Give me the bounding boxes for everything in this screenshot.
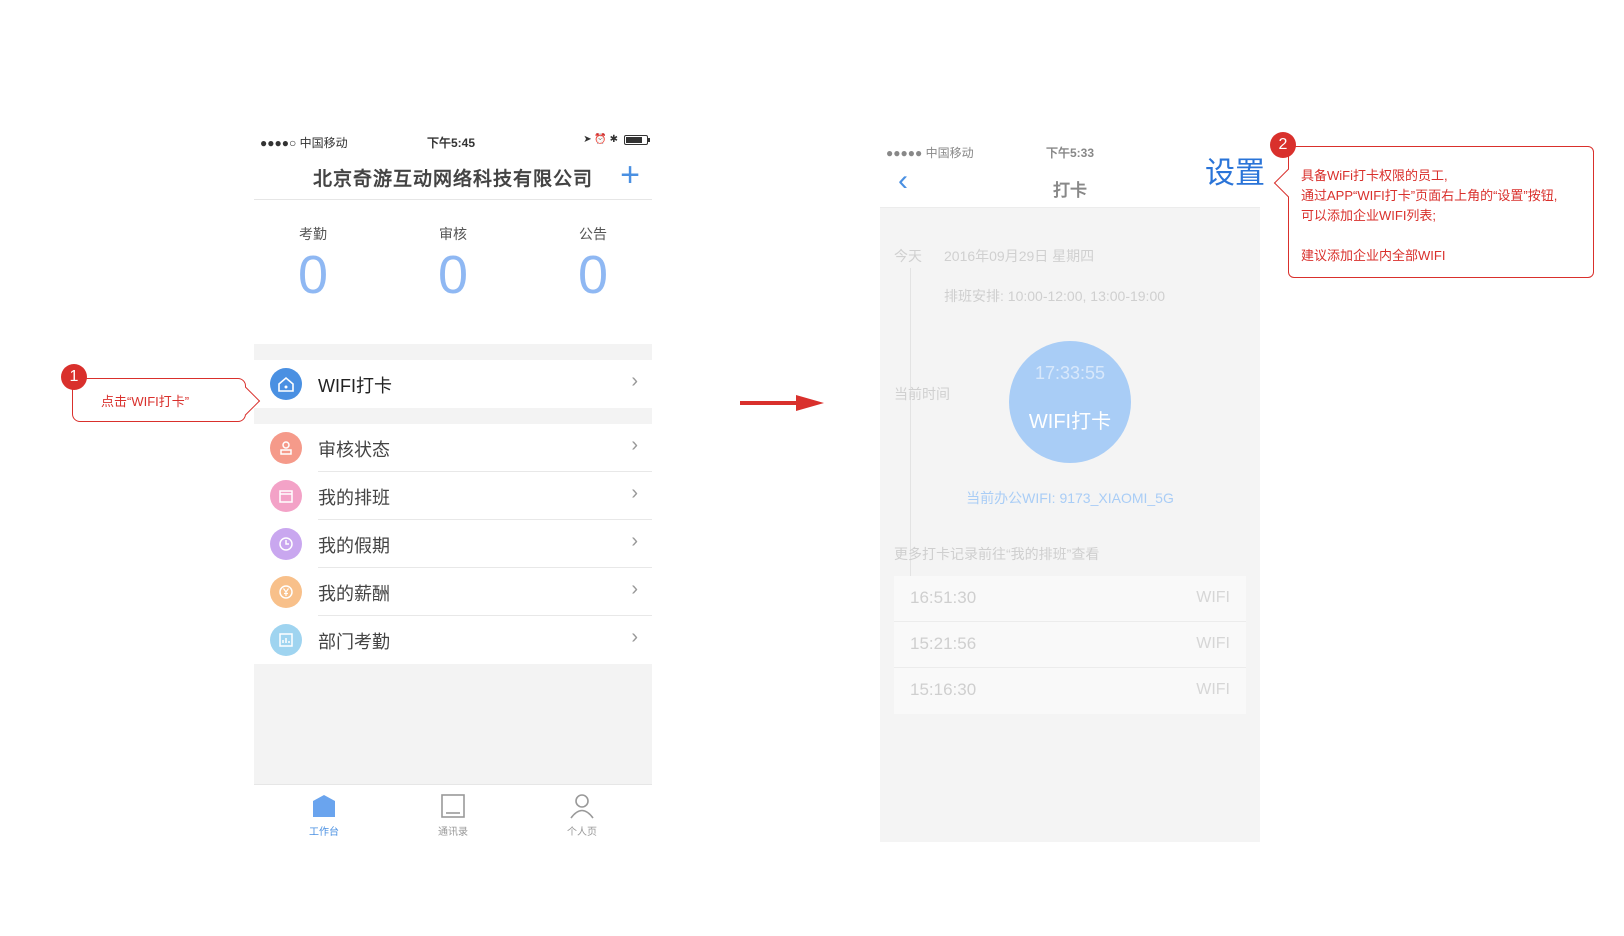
chevron-right-icon: › [631, 370, 638, 392]
tab-workbench[interactable]: 工作台 [284, 793, 364, 838]
tab-label: 个人页 [567, 827, 597, 838]
settings-button[interactable]: 设置 [1205, 156, 1265, 192]
carrier-label: ●●●●● 中国移动 [886, 146, 974, 160]
annotation-line: 可以添加企业WIFI列表; [1301, 208, 1437, 223]
stat-value: 0 [577, 245, 609, 305]
schedule-text: 排班安排: 10:00-12:00, 13:00-19:00 [944, 288, 1166, 304]
status-time: 下午5:33 [1046, 146, 1095, 160]
status-bar: ●●●●○ 中国移动 下午5:45 ➤ ⏰ ✱ [254, 134, 652, 150]
record-time: 15:21:56 [910, 634, 977, 653]
record-time: 16:51:30 [910, 588, 977, 607]
clock-time: 17:33:55 [1034, 363, 1106, 383]
person-icon [570, 794, 594, 819]
clock-button-label: WIFI打卡 [1028, 411, 1112, 433]
stat-label: 公告 [579, 226, 607, 242]
menu-item-dept-attendance[interactable]: 部门考勤 › [254, 616, 652, 664]
stat-value: 0 [437, 245, 469, 305]
phone-screen-clock-in: ●●●●● 中国移动 下午5:33 ‹ 打卡 今天 2016年09月29日 星期… [880, 136, 1260, 842]
menu-item-label: 部门考勤 [318, 632, 390, 652]
menu-item-label: WIFI打卡 [318, 376, 392, 396]
home-icon [313, 795, 335, 817]
section-divider [254, 408, 652, 424]
callout-pointer [1273, 168, 1303, 198]
chevron-right-icon: › [631, 530, 638, 552]
nav-header: 北京奇游互动网络科技有限公司 + [254, 154, 652, 200]
status-time: 下午5:45 [427, 136, 476, 150]
menu-item-review-status[interactable]: 审核状态 › [254, 424, 652, 472]
status-icons: ➤ ⏰ ✱ [583, 134, 650, 145]
tab-contacts[interactable]: 通讯录 [413, 793, 493, 838]
stamp-icon [270, 432, 302, 464]
date-label: 2016年09月29日 星期四 [944, 248, 1095, 264]
tab-label: 通讯录 [438, 827, 468, 838]
menu-item-wifi-clock[interactable]: WIFI打卡 › [254, 360, 652, 408]
tab-label: 工作台 [309, 827, 339, 838]
today-label: 今天 [894, 248, 922, 264]
calendar-icon [270, 480, 302, 512]
annotation-line: 具备WiFi打卡权限的员工, [1301, 168, 1448, 183]
page-title: 北京奇游互动网络科技有限公司 [312, 169, 593, 190]
menu-item-label: 审核状态 [318, 440, 390, 460]
chevron-right-icon: › [631, 434, 638, 456]
annotation-number-badge: 2 [1270, 132, 1296, 158]
right-arrow-icon [740, 395, 824, 411]
menu-item-label: 我的排班 [318, 488, 390, 508]
battery-icon [624, 134, 650, 145]
add-plus-icon[interactable]: + [620, 158, 640, 192]
phone-screen-workbench: ●●●●○ 中国移动 下午5:45 ➤ ⏰ ✱ 北京奇游互动网络科技有限公司 +… [254, 128, 652, 842]
annotation-number-badge: 1 [61, 364, 87, 390]
chevron-right-icon: › [631, 626, 638, 648]
page-title: 打卡 [1053, 181, 1087, 200]
stat-value: 0 [297, 245, 329, 305]
record-time: 15:16:30 [910, 680, 977, 699]
stat-notice[interactable]: 公告 0 [543, 224, 643, 306]
stat-attendance[interactable]: 考勤 0 [263, 224, 363, 306]
menu-item-label: 我的薪酬 [318, 584, 390, 604]
wifi-house-icon [270, 368, 302, 400]
clock-icon [270, 528, 302, 560]
stat-label: 审核 [439, 226, 467, 242]
record-type: WIFI [1196, 589, 1230, 606]
chart-icon [270, 624, 302, 656]
location-alarm-bluetooth-icons: ➤ ⏰ ✱ [583, 134, 618, 145]
record-type: WIFI [1196, 635, 1230, 652]
list-item: 15:21:56 WIFI [894, 622, 1246, 668]
menu-item-my-leave[interactable]: 我的假期 › [254, 520, 652, 568]
empty-area [254, 664, 652, 784]
current-time-label: 当前时间 [894, 386, 950, 402]
wifi-clock-in-button[interactable]: 17:33:55 WIFI打卡 [1009, 341, 1131, 463]
record-type: WIFI [1196, 681, 1230, 698]
current-wifi-text: 当前办公WIFI: 9173_XIAOMI_5G [966, 490, 1174, 506]
contacts-icon [441, 794, 465, 818]
annotation-line: 通过APP“WIFI打卡”页面右上角的“设置”按钮, [1301, 188, 1558, 203]
section-divider [254, 344, 652, 360]
menu-item-my-salary[interactable]: 我的薪酬 › [254, 568, 652, 616]
annotation-line: 建议添加企业内全部WIFI [1301, 248, 1446, 263]
chevron-right-icon: › [631, 482, 638, 504]
annotation-callout-1: 点击“WIFI打卡” [72, 378, 261, 422]
annotation-text: 点击“WIFI打卡” [101, 394, 190, 409]
yen-icon [270, 576, 302, 608]
tab-profile[interactable]: 个人页 [542, 793, 622, 838]
annotation-callout-2: 具备WiFi打卡权限的员工, 通过APP“WIFI打卡”页面右上角的“设置”按钮… [1273, 146, 1594, 278]
stat-label: 考勤 [299, 226, 327, 242]
list-item: 15:16:30 WIFI [894, 668, 1246, 714]
carrier-label: ●●●●○ 中国移动 [260, 136, 348, 150]
nav-header: ●●●●● 中国移动 下午5:33 ‹ 打卡 [880, 136, 1260, 208]
clock-records-list: 16:51:30 WIFI 15:21:56 WIFI 15:16:30 WIF… [894, 576, 1246, 714]
menu-item-my-schedule[interactable]: 我的排班 › [254, 472, 652, 520]
chevron-right-icon: › [631, 578, 638, 600]
stat-review[interactable]: 审核 0 [403, 224, 503, 306]
menu-item-label: 我的假期 [318, 536, 390, 556]
stats-panel: 考勤 0 审核 0 公告 0 [254, 224, 652, 314]
tab-bar: 工作台 通讯录 个人页 [254, 784, 652, 842]
list-item: 16:51:30 WIFI [894, 576, 1246, 622]
more-records-link[interactable]: 更多打卡记录前往“我的排班”查看 [894, 544, 1099, 564]
